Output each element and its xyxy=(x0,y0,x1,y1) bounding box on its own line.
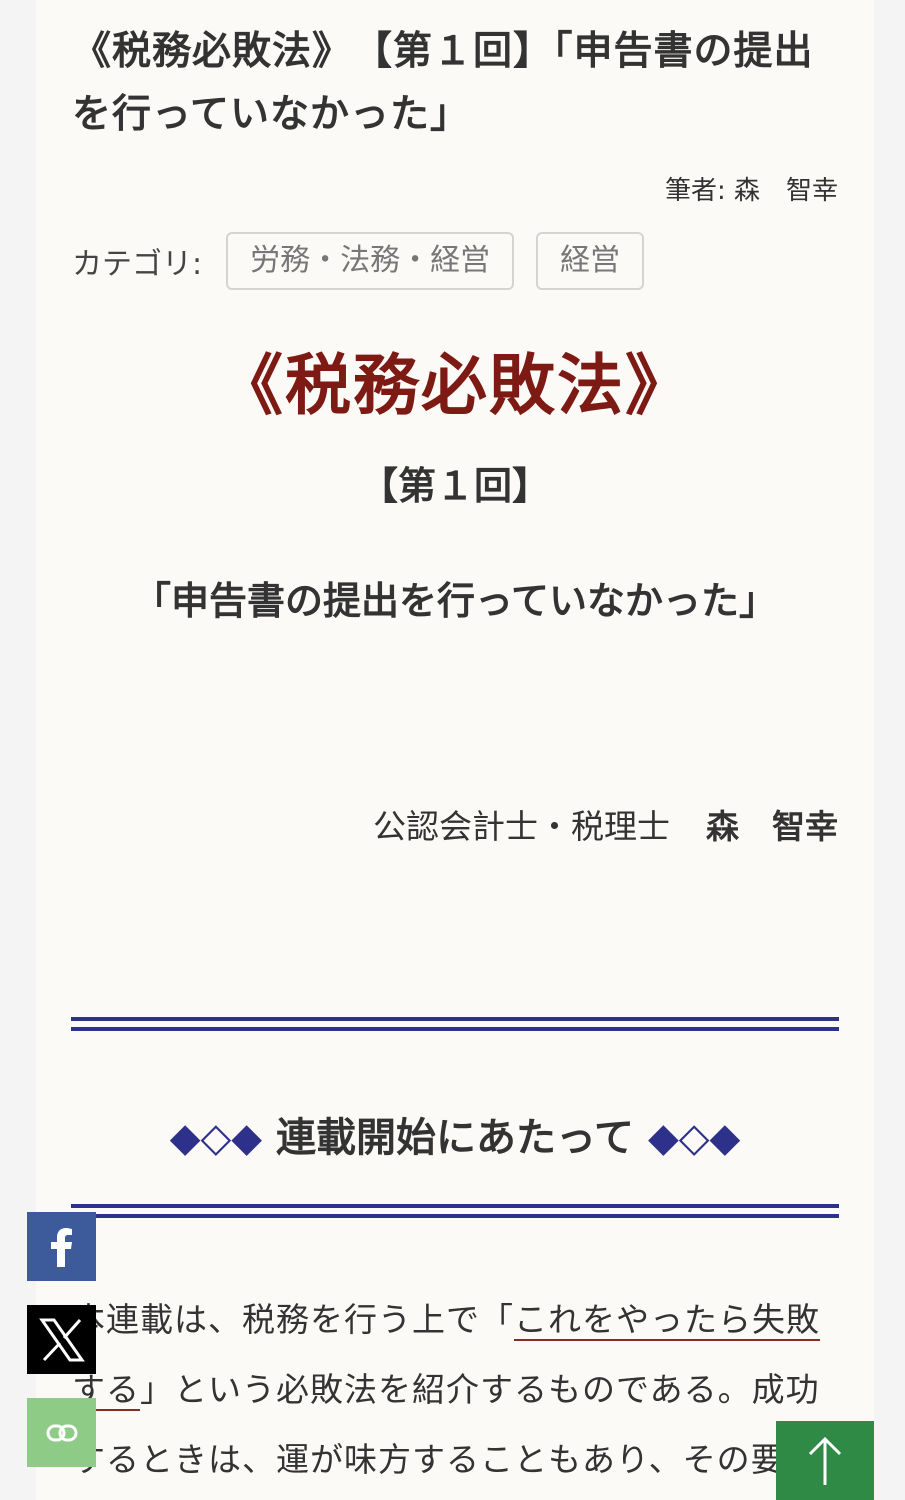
section-divider-bottom xyxy=(71,1204,839,1218)
article-page: 《税務必敗法》 【第１回】「申告書の提出を行っていなかった」 筆者: 森 智幸 … xyxy=(36,0,874,1500)
author-name: 森 智幸 xyxy=(706,807,838,846)
category-row: カテゴリ: 労務・法務・経営 経営 xyxy=(72,232,666,290)
category-label: カテゴリ: xyxy=(72,247,203,282)
copy-link-button[interactable] xyxy=(27,1398,96,1467)
episode-subtitle: 「申告書の提出を行っていなかった」 xyxy=(132,579,778,623)
share-x-button[interactable] xyxy=(27,1305,96,1374)
facebook-icon xyxy=(50,1227,72,1267)
section-divider-top xyxy=(71,1017,839,1031)
series-name: 《税務必敗法》 xyxy=(217,347,693,424)
tag-labor-legal-management[interactable]: 労務・法務・経営 xyxy=(226,232,515,290)
share-facebook-button[interactable] xyxy=(27,1212,96,1281)
author-credentials: 公認会計士・税理士 xyxy=(373,807,670,846)
author-byline: 公認会計士・税理士森 智幸 xyxy=(373,800,838,848)
section-heading: ◆◇◆ 連載開始にあたって ◆◇◆ xyxy=(36,1105,874,1163)
author-line: 筆者: 森 智幸 xyxy=(664,176,838,206)
section-heading-text: 連載開始にあたって xyxy=(276,1115,634,1161)
article-title: 《税務必敗法》 【第１回】「申告書の提出を行っていなかった」 xyxy=(72,29,814,137)
tag-management[interactable]: 経営 xyxy=(536,232,645,290)
intro-text-before: 本連載は、税務を行う上で「 xyxy=(72,1300,514,1339)
x-icon xyxy=(38,1318,85,1361)
intro-paragraph: 本連載は、税務を行う上で「これをやったら失敗する」という必敗法を紹介するものであ… xyxy=(72,1285,838,1495)
back-to-top-button[interactable] xyxy=(776,1421,874,1500)
link-icon xyxy=(46,1424,77,1441)
episode-number: 【第１回】 xyxy=(359,464,550,508)
diamond-decoration-left: ◆◇◆ xyxy=(169,1115,263,1161)
intro-text-after: 」という必敗法を紹介するものである。成功するときは、運が味方することもあり、その… xyxy=(72,1370,820,1479)
diamond-decoration-right: ◆◇◆ xyxy=(647,1115,741,1161)
arrow-up-icon xyxy=(808,1436,842,1485)
